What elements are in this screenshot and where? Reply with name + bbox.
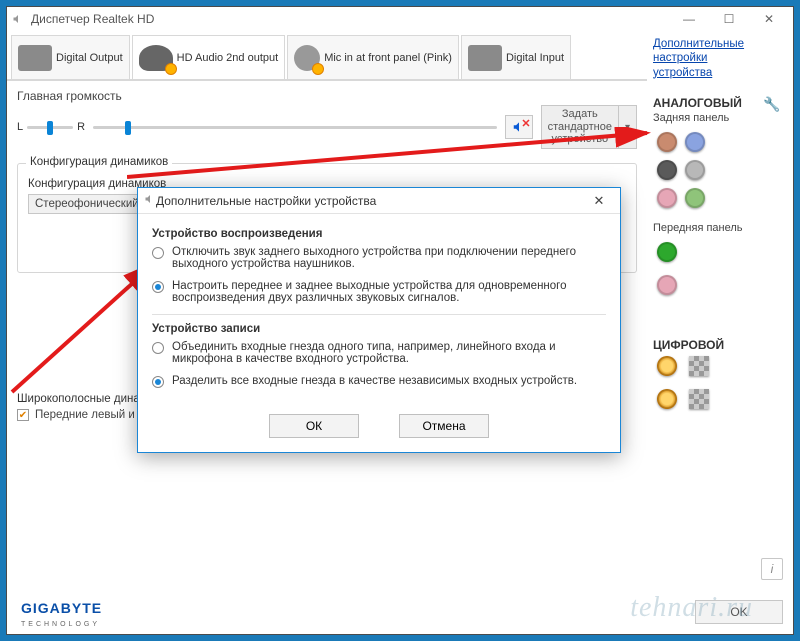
tab-label: Digital Input xyxy=(506,52,564,64)
digital-jacks xyxy=(653,352,781,418)
checkbox-front[interactable]: ✔ xyxy=(17,409,29,421)
recording-option-2[interactable]: Разделить все входные гнезда в качестве … xyxy=(152,375,606,388)
device-icon xyxy=(468,45,502,71)
tab-digital-input[interactable]: Digital Input xyxy=(461,35,571,79)
brand-sub: TECHNOLOGY xyxy=(21,621,100,628)
dialog-close-button[interactable]: ✕ xyxy=(584,190,614,212)
jack-pink[interactable] xyxy=(657,188,677,208)
rear-jacks xyxy=(653,128,733,212)
option-text: Разделить все входные гнезда в качестве … xyxy=(172,375,577,387)
balance-right-label: R xyxy=(77,121,85,133)
watermark: tehnari.ru xyxy=(630,592,753,624)
option-text: Объединить входные гнезда одного типа, н… xyxy=(172,341,606,365)
speaker-config-select[interactable]: Стереофонический xyxy=(28,194,146,214)
playback-section-header: Устройство воспроизведения xyxy=(152,228,606,240)
tab-label: Digital Output xyxy=(56,52,123,64)
maximize-button[interactable]: ☐ xyxy=(709,7,749,31)
jack-optical-in[interactable] xyxy=(657,389,677,409)
option-text: Отключить звук заднего выходного устройс… xyxy=(172,246,606,270)
recording-section-header: Устройство записи xyxy=(152,323,606,335)
recording-option-1[interactable]: Объединить входные гнезда одного типа, н… xyxy=(152,341,606,365)
jack-front-pink[interactable] xyxy=(657,275,677,295)
window-title: Диспетчер Realtek HD xyxy=(31,12,154,26)
jack-spdif-out[interactable] xyxy=(689,356,709,376)
set-default-button[interactable]: Задать стандартное устройство xyxy=(541,105,619,149)
radio-icon xyxy=(152,247,164,259)
tab-digital-output[interactable]: Digital Output xyxy=(11,35,130,79)
front-panel-label: Передняя панель xyxy=(653,222,781,234)
jack-blue[interactable] xyxy=(685,132,705,152)
mic-icon xyxy=(294,45,320,71)
speaker-icon xyxy=(11,12,25,26)
playback-option-1[interactable]: Отключить звук заднего выходного устройс… xyxy=(152,246,606,270)
headphones-icon xyxy=(139,45,173,71)
analog-title: АНАЛОГОВЫЙ xyxy=(653,96,781,110)
info-button[interactable]: i xyxy=(761,558,783,580)
brand-logo: GIGABYTE xyxy=(21,600,102,616)
volume-slider[interactable] xyxy=(93,126,497,129)
radio-icon xyxy=(152,281,164,293)
digital-title: ЦИФРОВОЙ xyxy=(653,338,781,352)
speaker-icon xyxy=(144,193,156,208)
group-title: Конфигурация динамиков xyxy=(26,156,172,168)
device-tabs: Digital Output HD Audio 2nd output Mic i… xyxy=(7,31,647,81)
tab-label: HD Audio 2nd output xyxy=(177,52,279,64)
mute-button[interactable]: ✕ xyxy=(505,115,533,139)
set-default-dropdown[interactable]: ▾ xyxy=(619,105,637,149)
tab-label: Mic in at front panel (Pink) xyxy=(324,52,452,64)
dialog-ok-button[interactable]: ОК xyxy=(269,414,359,438)
tab-hd-audio-2nd[interactable]: HD Audio 2nd output xyxy=(132,35,286,79)
minimize-button[interactable]: — xyxy=(669,7,709,31)
mute-x-icon: ✕ xyxy=(521,117,530,130)
jack-front-green[interactable] xyxy=(657,242,677,262)
dialog-title: Дополнительные настройки устройства xyxy=(156,194,376,208)
option-text: Настроить переднее и заднее выходные уст… xyxy=(172,280,606,304)
front-jacks xyxy=(653,238,781,304)
tab-mic-front[interactable]: Mic in at front panel (Pink) xyxy=(287,35,459,79)
dialog-titlebar: Дополнительные настройки устройства ✕ xyxy=(138,188,620,214)
jack-spdif-in[interactable] xyxy=(689,389,709,409)
jack-green[interactable] xyxy=(685,188,705,208)
close-button[interactable]: ✕ xyxy=(749,7,789,31)
dialog-cancel-button[interactable]: Отмена xyxy=(399,414,489,438)
titlebar: Диспетчер Realtek HD — ☐ ✕ xyxy=(7,7,793,31)
balance-control[interactable]: L R xyxy=(17,121,85,133)
jack-black[interactable] xyxy=(657,160,677,180)
device-icon xyxy=(18,45,52,71)
app-window: Диспетчер Realtek HD — ☐ ✕ Digital Outpu… xyxy=(6,6,794,635)
jack-optical-out[interactable] xyxy=(657,356,677,376)
playback-option-2[interactable]: Настроить переднее и заднее выходные уст… xyxy=(152,280,606,304)
radio-icon xyxy=(152,376,164,388)
rear-panel-label: Задняя панель xyxy=(653,112,781,124)
jack-orange[interactable] xyxy=(657,132,677,152)
jack-grey[interactable] xyxy=(685,160,705,180)
balance-left-label: L xyxy=(17,121,23,133)
radio-icon xyxy=(152,342,164,354)
volume-title: Главная громкость xyxy=(17,89,637,103)
advanced-settings-dialog: Дополнительные настройки устройства ✕ Ус… xyxy=(137,187,621,453)
wrench-icon[interactable]: 🔧 xyxy=(763,96,779,112)
additional-settings-link[interactable]: Дополнительные настройки устройства xyxy=(653,37,781,80)
